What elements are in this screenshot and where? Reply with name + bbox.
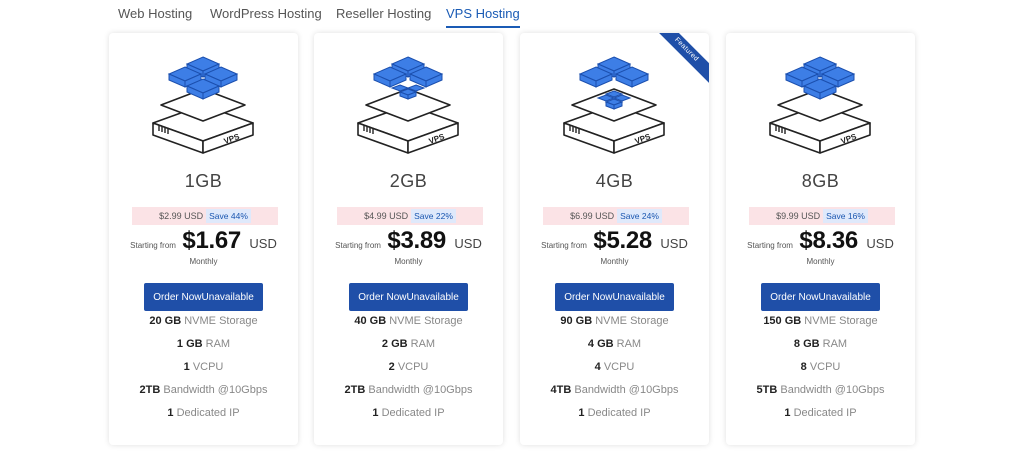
starting-from-label: Starting from bbox=[747, 241, 793, 250]
vps-server-cubes-icon: VPS bbox=[563, 56, 665, 154]
feature-ram: 1 GB RAM bbox=[176, 338, 231, 350]
feature-vcpu: 1 VCPU bbox=[183, 361, 224, 373]
feature-dedicated-ip: 1 Dedicated IP bbox=[372, 407, 445, 419]
feature-list: 20 GB NVME Storage 1 GB RAM 1 VCPU 2TB B… bbox=[109, 313, 298, 428]
price-amount: $5.28 bbox=[593, 227, 652, 254]
feature-dedicated-ip: 1 Dedicated IP bbox=[167, 407, 240, 419]
feature-bandwidth: 2TB Bandwidth @10Gbps bbox=[344, 384, 473, 396]
tab-reseller-hosting[interactable]: Reseller Hosting bbox=[336, 6, 431, 28]
original-price: $6.99 USD Save 24% bbox=[543, 207, 689, 225]
billing-period: Monthly bbox=[806, 257, 835, 266]
feature-vcpu: 4 VCPU bbox=[594, 361, 635, 373]
save-badge: Save 44% bbox=[206, 209, 251, 223]
feature-bandwidth: 5TB Bandwidth @10Gbps bbox=[756, 384, 885, 396]
price-amount: $1.67 bbox=[182, 227, 241, 254]
vps-server-cubes-icon: VPS bbox=[769, 56, 871, 154]
plan-card-4gb: Featured VPS 4GB $6.99 USD Save 24% Star… bbox=[520, 33, 709, 445]
original-price-value: $9.99 USD bbox=[776, 211, 821, 221]
feature-dedicated-ip: 1 Dedicated IP bbox=[784, 407, 857, 419]
price-row: Starting from $5.28 USD bbox=[520, 227, 709, 255]
feature-ram: 8 GB RAM bbox=[793, 338, 848, 350]
plan-name: 2GB bbox=[389, 171, 428, 191]
plan-name: 4GB bbox=[595, 171, 634, 191]
plan-name: 1GB bbox=[184, 171, 223, 191]
save-badge: Save 24% bbox=[617, 209, 662, 223]
price-currency: USD bbox=[866, 236, 894, 251]
plan-name: 8GB bbox=[801, 171, 840, 191]
feature-storage: 40 GB NVME Storage bbox=[354, 315, 463, 327]
feature-storage: 90 GB NVME Storage bbox=[560, 315, 669, 327]
tab-web-hosting[interactable]: Web Hosting bbox=[118, 6, 192, 28]
order-button[interactable]: Order NowUnavailable bbox=[349, 283, 468, 311]
price-row: Starting from $8.36 USD bbox=[726, 227, 915, 255]
original-price-value: $6.99 USD bbox=[570, 211, 615, 221]
feature-list: 150 GB NVME Storage 8 GB RAM 8 VCPU 5TB … bbox=[726, 313, 915, 428]
price-row: Starting from $1.67 USD bbox=[109, 227, 298, 255]
order-button[interactable]: Order NowUnavailable bbox=[761, 283, 880, 311]
price-amount: $3.89 bbox=[387, 227, 446, 254]
order-button[interactable]: Order NowUnavailable bbox=[144, 283, 263, 311]
original-price-value: $4.99 USD bbox=[364, 211, 409, 221]
price-row: Starting from $3.89 USD bbox=[314, 227, 503, 255]
tab-wordpress-hosting[interactable]: WordPress Hosting bbox=[210, 6, 322, 28]
feature-list: 90 GB NVME Storage 4 GB RAM 4 VCPU 4TB B… bbox=[520, 313, 709, 428]
feature-vcpu: 8 VCPU bbox=[800, 361, 841, 373]
plan-card-2gb: VPS 2GB $4.99 USD Save 22% Starting from … bbox=[314, 33, 503, 445]
starting-from-label: Starting from bbox=[130, 241, 176, 250]
original-price: $2.99 USD Save 44% bbox=[132, 207, 278, 225]
starting-from-label: Starting from bbox=[541, 241, 587, 250]
feature-dedicated-ip: 1 Dedicated IP bbox=[578, 407, 651, 419]
feature-list: 40 GB NVME Storage 2 GB RAM 2 VCPU 2TB B… bbox=[314, 313, 503, 428]
plan-card-8gb: VPS 8GB $9.99 USD Save 16% Starting from … bbox=[726, 33, 915, 445]
save-badge: Save 16% bbox=[823, 209, 868, 223]
original-price: $4.99 USD Save 22% bbox=[337, 207, 483, 225]
price-currency: USD bbox=[454, 236, 482, 251]
original-price: $9.99 USD Save 16% bbox=[749, 207, 895, 225]
feature-bandwidth: 4TB Bandwidth @10Gbps bbox=[550, 384, 679, 396]
feature-storage: 20 GB NVME Storage bbox=[149, 315, 258, 327]
feature-bandwidth: 2TB Bandwidth @10Gbps bbox=[139, 384, 268, 396]
starting-from-label: Starting from bbox=[335, 241, 381, 250]
billing-period: Monthly bbox=[394, 257, 423, 266]
price-currency: USD bbox=[249, 236, 277, 251]
original-price-value: $2.99 USD bbox=[159, 211, 204, 221]
price-amount: $8.36 bbox=[799, 227, 858, 254]
vps-server-cubes-icon: VPS bbox=[152, 56, 254, 154]
billing-period: Monthly bbox=[189, 257, 218, 266]
feature-storage: 150 GB NVME Storage bbox=[763, 315, 878, 327]
price-currency: USD bbox=[660, 236, 688, 251]
vps-server-cubes-icon: VPS bbox=[357, 56, 459, 154]
tab-vps-hosting[interactable]: VPS Hosting bbox=[446, 6, 520, 28]
pricing-cards: VPS 1GB $2.99 USD Save 44% Starting from … bbox=[0, 33, 1024, 453]
feature-vcpu: 2 VCPU bbox=[388, 361, 429, 373]
feature-ram: 2 GB RAM bbox=[381, 338, 436, 350]
save-badge: Save 22% bbox=[411, 209, 456, 223]
feature-ram: 4 GB RAM bbox=[587, 338, 642, 350]
plan-card-1gb: VPS 1GB $2.99 USD Save 44% Starting from … bbox=[109, 33, 298, 445]
order-button[interactable]: Order NowUnavailable bbox=[555, 283, 674, 311]
billing-period: Monthly bbox=[600, 257, 629, 266]
hosting-type-tabs: Web Hosting WordPress Hosting Reseller H… bbox=[0, 0, 1024, 34]
